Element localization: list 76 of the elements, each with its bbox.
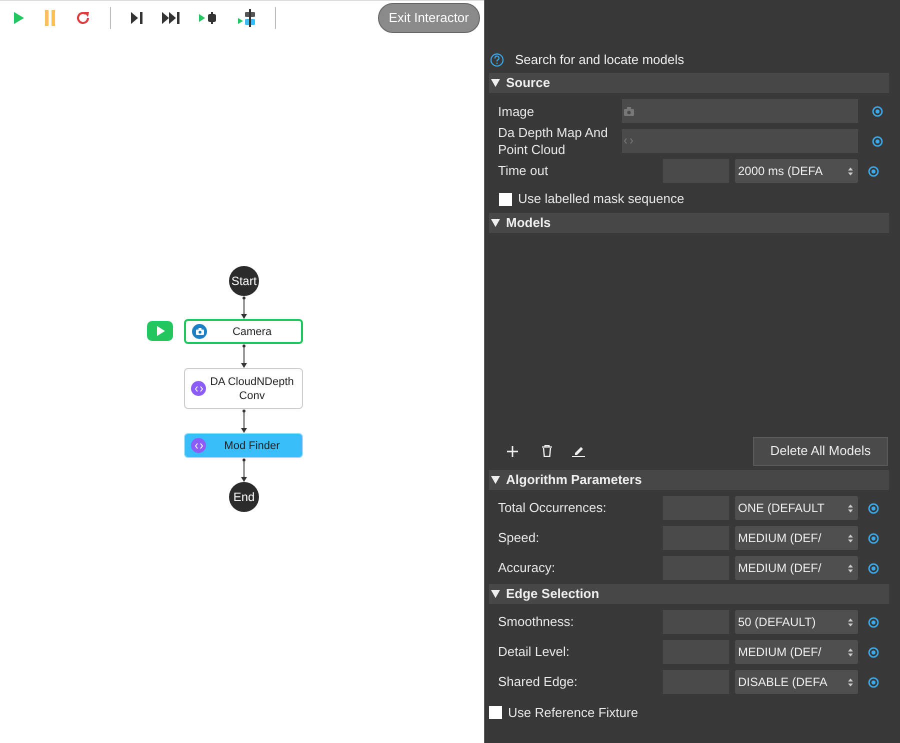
dropdown[interactable]: DISABLE (DEFA — [735, 670, 858, 694]
spinner-icon — [848, 564, 853, 572]
dropdown[interactable]: MEDIUM (DEF/ — [735, 640, 858, 664]
terminal-node[interactable]: End — [229, 482, 259, 512]
connector-arrow — [241, 458, 247, 482]
section-header[interactable]: Models — [489, 213, 889, 233]
field-label: Accuracy: — [498, 559, 556, 578]
step-into-icon[interactable] — [238, 9, 256, 27]
camera-icon — [624, 106, 634, 116]
target-icon[interactable] — [868, 562, 879, 574]
spinner-icon — [848, 534, 853, 542]
delete-all-models-button[interactable]: Delete All Models — [753, 436, 888, 466]
field-label: Total Occurrences: — [498, 499, 608, 518]
node-label: DA CloudNDepth Conv — [209, 374, 295, 402]
dropdown[interactable]: 2000 ms (DEFA — [735, 159, 858, 183]
spinner-icon — [848, 678, 853, 686]
input-field[interactable] — [622, 99, 858, 123]
triangle-icon — [491, 476, 500, 484]
checkbox[interactable] — [489, 706, 502, 720]
spinner-icon — [848, 504, 853, 512]
target-icon[interactable] — [868, 166, 879, 176]
target-icon[interactable] — [868, 502, 879, 514]
help-icon[interactable] — [490, 53, 504, 67]
field-label: Image — [498, 102, 536, 120]
node-label: Mod Finder — [223, 438, 281, 452]
section-header[interactable]: Edge Selection — [489, 584, 889, 604]
description: Search for and locate models — [515, 51, 684, 70]
connector-arrow — [241, 409, 247, 433]
triangle-icon — [491, 79, 500, 87]
dropdown[interactable]: ONE (DEFAULT — [735, 496, 858, 520]
toolbar-separator — [110, 7, 111, 29]
input-field[interactable] — [622, 129, 858, 153]
checkbox-label: Use labelled mask sequence — [518, 190, 684, 208]
restart-icon[interactable] — [75, 10, 91, 26]
section-header[interactable]: Source — [489, 73, 889, 93]
step-node[interactable]: Mod Finder — [184, 433, 303, 458]
triangle-icon — [491, 219, 500, 227]
field-label: Da Depth Map And Point Cloud — [498, 124, 608, 158]
code-icon — [191, 381, 206, 396]
delete-icon[interactable] — [542, 445, 552, 457]
step-over-icon[interactable] — [199, 12, 219, 24]
dropdown[interactable]: MEDIUM (DEF/ — [735, 556, 858, 580]
connector-arrow — [241, 296, 247, 319]
add-icon[interactable] — [507, 446, 518, 456]
fast-forward-icon[interactable] — [162, 12, 180, 24]
code-icon — [624, 138, 633, 144]
code-icon — [191, 438, 206, 453]
field-label: Speed: — [498, 529, 540, 548]
target-icon[interactable] — [872, 106, 883, 116]
section-header[interactable]: Algorithm Parameters — [489, 470, 889, 490]
edit-icon[interactable] — [572, 445, 585, 457]
target-icon[interactable] — [868, 532, 879, 544]
dropdown[interactable]: 50 (DEFAULT) — [735, 610, 858, 634]
checkbox[interactable] — [499, 192, 512, 206]
target-icon[interactable] — [868, 616, 879, 628]
camera-icon — [192, 324, 207, 339]
spinner-icon — [848, 618, 853, 626]
dropdown[interactable]: MEDIUM (DEF/ — [735, 526, 858, 550]
target-icon[interactable] — [872, 136, 883, 146]
connector-arrow — [241, 344, 247, 368]
spinner-icon — [848, 166, 853, 176]
terminal-node[interactable]: Start — [229, 266, 259, 296]
spinner-icon — [848, 648, 853, 656]
toolbar-separator — [275, 7, 276, 29]
step-node[interactable]: DA CloudNDepth Conv — [184, 368, 303, 409]
checkbox-label: Use Reference Fixture — [508, 704, 638, 722]
target-icon[interactable] — [868, 676, 879, 688]
triangle-icon — [491, 590, 500, 598]
step-node[interactable]: Camera — [184, 319, 303, 344]
field-label: Detail Level: — [498, 643, 571, 662]
target-icon[interactable] — [868, 646, 879, 658]
field-label: Smoothness: — [498, 613, 575, 632]
step-icon[interactable] — [130, 12, 143, 24]
field-label: Time out — [498, 162, 550, 180]
field-label: Shared Edge: — [498, 673, 579, 692]
node-label: Camera — [231, 324, 273, 338]
